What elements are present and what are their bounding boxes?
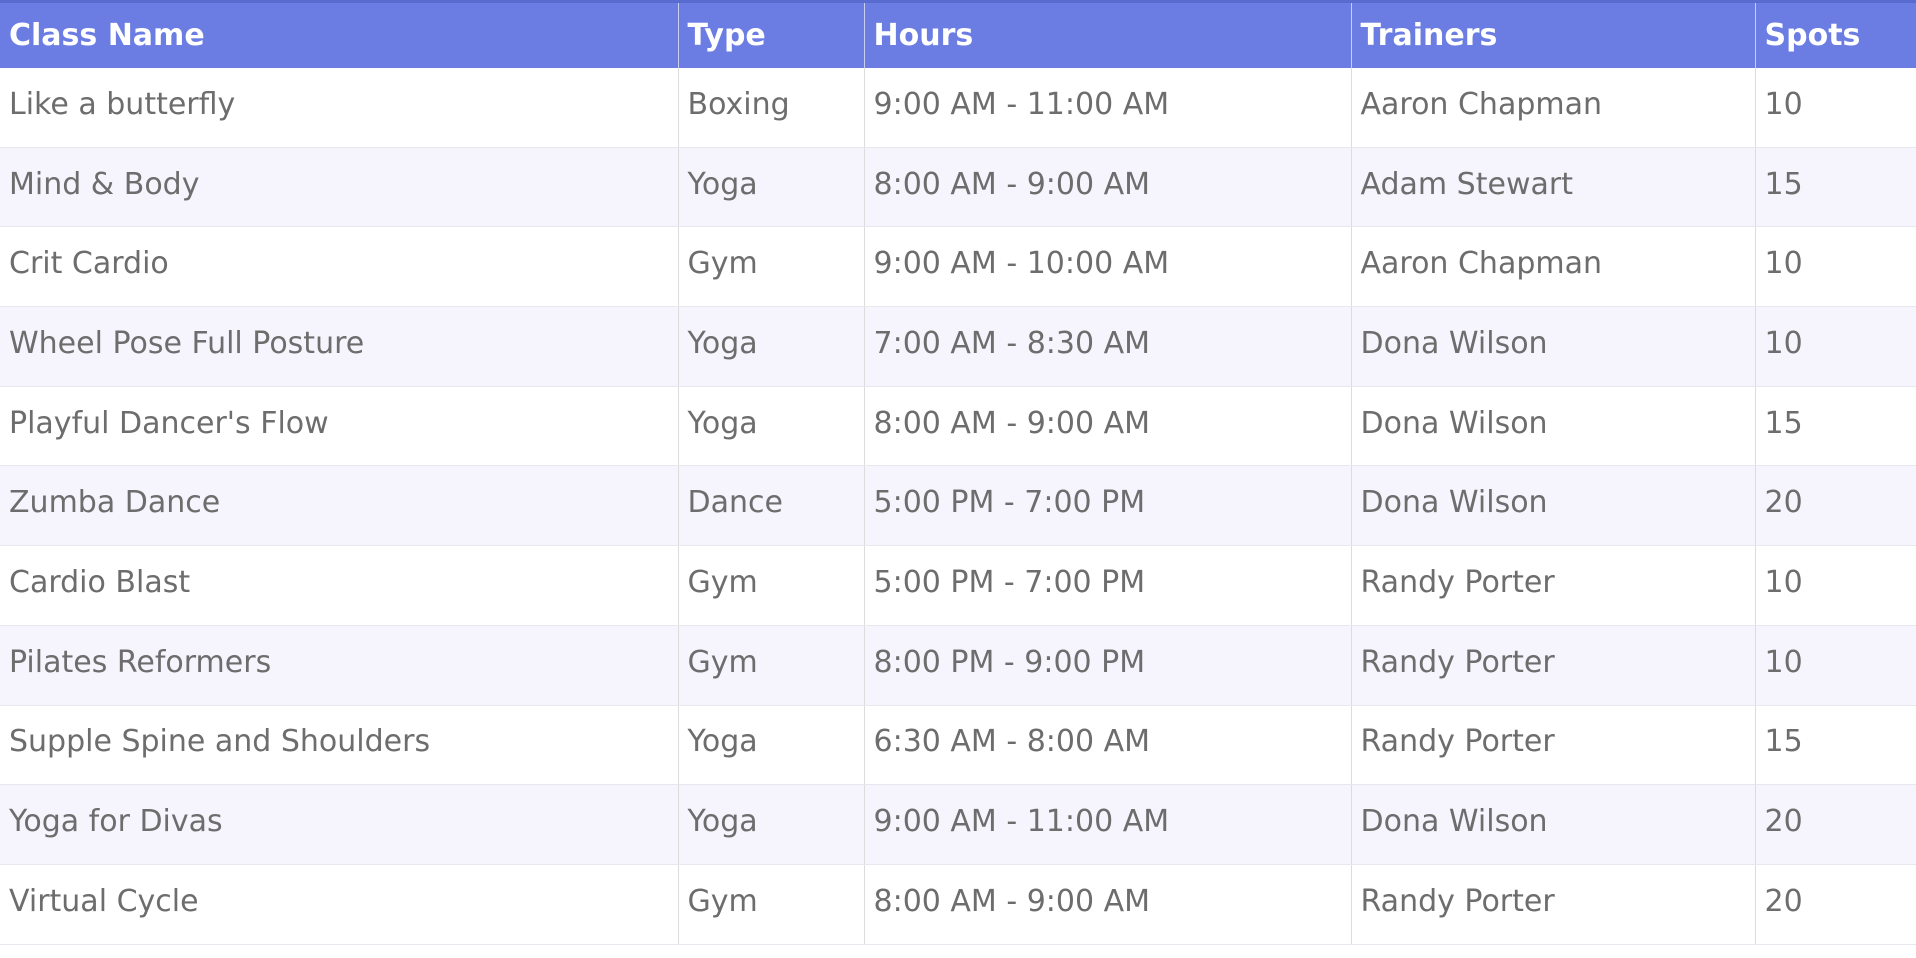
type-cell: Gym — [678, 864, 865, 945]
trainer-cell: Randy Porter — [1351, 545, 1756, 626]
table-row[interactable]: Virtual Cycle Gym 8:00 AM - 9:00 AM Randy P… — [0, 864, 1916, 945]
table-row[interactable]: Zumba Dance Dance 5:00 PM - 7:00 PM Dona Wi… — [0, 465, 1916, 547]
hours-cell: 5:00 PM - 7:00 PM — [864, 545, 1352, 626]
type-cell: Gym — [678, 545, 865, 626]
class-name-cell: Pilates Reformers — [0, 625, 679, 706]
table-row[interactable]: Playful Dancer's Flow Yoga 8:00 AM - 9:00 … — [0, 386, 1916, 467]
type-cell: Gym — [678, 226, 865, 308]
spots-cell: 20 — [1755, 465, 1916, 547]
hours-cell: 9:00 AM - 11:00 AM — [864, 67, 1352, 148]
hours-cell: 9:00 AM - 11:00 AM — [864, 784, 1352, 865]
header-row: Class Name Type Hours Trainers Spots — [0, 0, 1916, 68]
trainer-cell: Dona Wilson — [1351, 386, 1756, 467]
table-row[interactable]: Yoga for Divas Yoga 9:00 AM - 11:00 AM Dona… — [0, 784, 1916, 865]
class-name-cell: Playful Dancer's Flow — [0, 386, 679, 467]
trainer-cell: Dona Wilson — [1351, 306, 1756, 387]
column-header-spots[interactable]: Spots — [1755, 0, 1916, 68]
hours-cell: 6:30 AM - 8:00 AM — [864, 705, 1352, 786]
spots-cell: 20 — [1755, 784, 1916, 865]
type-cell: Dance — [678, 465, 865, 547]
spots-cell: 10 — [1755, 625, 1916, 706]
table-row[interactable]: Pilates Reformers Gym 8:00 PM - 9:00 PM Ran… — [0, 625, 1916, 706]
trainer-cell: Randy Porter — [1351, 864, 1756, 945]
hours-cell: 8:00 AM - 9:00 AM — [864, 147, 1352, 228]
trainer-cell: Aaron Chapman — [1351, 226, 1756, 308]
trainer-cell: Dona Wilson — [1351, 465, 1756, 547]
class-name-cell: Virtual Cycle — [0, 864, 679, 945]
table-row[interactable]: Like a butterfly Boxing 9:00 AM - 11:00 AM… — [0, 67, 1916, 148]
type-cell: Gym — [678, 625, 865, 706]
class-schedule-table: Class Name Type Hours Trainers Spots Lik… — [0, 0, 1916, 945]
hours-cell: 8:00 AM - 9:00 AM — [864, 386, 1352, 467]
class-name-cell: Wheel Pose Full Posture — [0, 306, 679, 387]
type-cell: Boxing — [678, 67, 865, 148]
class-schedule-table-container: Class Name Type Hours Trainers Spots Lik… — [0, 0, 1916, 958]
table-row[interactable]: Supple Spine and Shoulders Yoga 6:30 AM - … — [0, 705, 1916, 786]
class-name-cell: Zumba Dance — [0, 465, 679, 547]
hours-cell: 9:00 AM - 10:00 AM — [864, 226, 1352, 308]
type-cell: Yoga — [678, 306, 865, 387]
table-header: Class Name Type Hours Trainers Spots — [0, 0, 1916, 68]
class-name-cell: Yoga for Divas — [0, 784, 679, 865]
spots-cell: 10 — [1755, 226, 1916, 308]
trainer-cell: Randy Porter — [1351, 705, 1756, 786]
spots-cell: 15 — [1755, 147, 1916, 228]
table-body: Like a butterfly Boxing 9:00 AM - 11:00 AM… — [0, 67, 1916, 945]
class-name-cell: Mind & Body — [0, 147, 679, 228]
trainer-cell: Aaron Chapman — [1351, 67, 1756, 148]
class-name-cell: Crit Cardio — [0, 226, 679, 308]
column-header-type[interactable]: Type — [678, 0, 865, 68]
type-cell: Yoga — [678, 386, 865, 467]
column-header-trainers[interactable]: Trainers — [1351, 0, 1756, 68]
table-row[interactable]: Mind & Body Yoga 8:00 AM - 9:00 AM Adam Ste… — [0, 147, 1916, 228]
trainer-cell: Randy Porter — [1351, 625, 1756, 706]
spots-cell: 10 — [1755, 67, 1916, 148]
table-row[interactable]: Cardio Blast Gym 5:00 PM - 7:00 PM Randy Po… — [0, 545, 1916, 626]
trainer-cell: Adam Stewart — [1351, 147, 1756, 228]
class-name-cell: Supple Spine and Shoulders — [0, 705, 679, 786]
class-name-cell: Cardio Blast — [0, 545, 679, 626]
spots-cell: 15 — [1755, 705, 1916, 786]
spots-cell: 10 — [1755, 306, 1916, 387]
hours-cell: 8:00 PM - 9:00 PM — [864, 625, 1352, 706]
spots-cell: 20 — [1755, 864, 1916, 945]
table-row[interactable]: Wheel Pose Full Posture Yoga 7:00 AM - 8:3… — [0, 306, 1916, 387]
hours-cell: 5:00 PM - 7:00 PM — [864, 465, 1352, 547]
spots-cell: 15 — [1755, 386, 1916, 467]
trainer-cell: Dona Wilson — [1351, 784, 1756, 865]
column-header-hours[interactable]: Hours — [864, 0, 1352, 68]
type-cell: Yoga — [678, 784, 865, 865]
type-cell: Yoga — [678, 705, 865, 786]
table-row[interactable]: Crit Cardio Gym 9:00 AM - 10:00 AM Aaron Ch… — [0, 226, 1916, 308]
spots-cell: 10 — [1755, 545, 1916, 626]
hours-cell: 8:00 AM - 9:00 AM — [864, 864, 1352, 945]
hours-cell: 7:00 AM - 8:30 AM — [864, 306, 1352, 387]
type-cell: Yoga — [678, 147, 865, 228]
column-header-class-name[interactable]: Class Name — [0, 0, 679, 68]
class-name-cell: Like a butterfly — [0, 67, 679, 148]
